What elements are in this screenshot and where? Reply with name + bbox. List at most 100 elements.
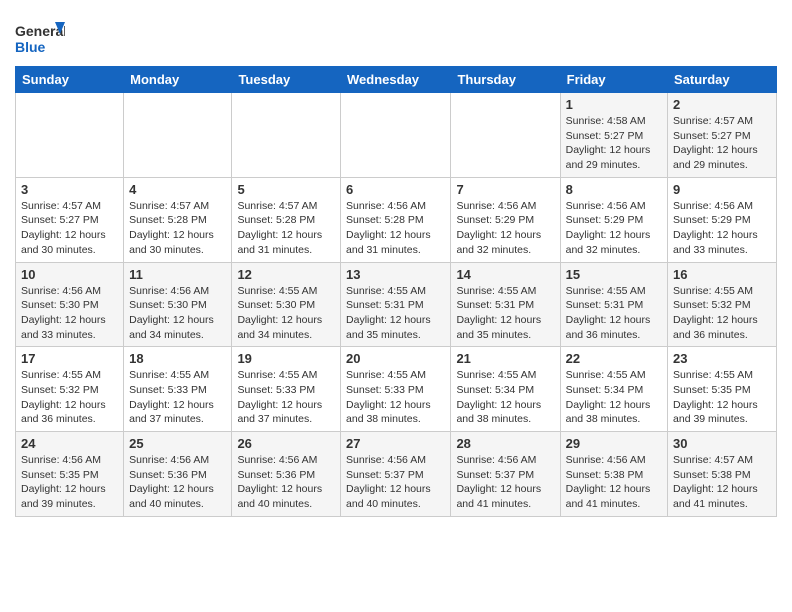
calendar-cell: 25Sunrise: 4:56 AM Sunset: 5:36 PM Dayli… xyxy=(124,432,232,517)
calendar-cell: 7 Sunrise: 4:56 AM Sunset: 5:29 PM Daylig… xyxy=(451,177,560,262)
day-number: 21 xyxy=(456,351,554,366)
day-info: Sunrise: 4:57 AM Sunset: 5:27 PM Dayligh… xyxy=(21,199,118,258)
day-info: Sunrise: 4:55 AM Sunset: 5:34 PM Dayligh… xyxy=(456,368,554,427)
day-info: Sunrise: 4:57 AM Sunset: 5:27 PM Dayligh… xyxy=(673,114,771,173)
calendar-cell: 16 Sunrise: 4:55 AM Sunset: 5:32 PM Dayli… xyxy=(668,262,777,347)
day-info: Sunrise: 4:55 AM Sunset: 5:35 PM Dayligh… xyxy=(673,368,771,427)
day-info: Sunrise: 4:58 AM Sunset: 5:27 PM Dayligh… xyxy=(566,114,662,173)
calendar-cell: 28 Sunrise: 4:56 AM Sunset: 5:37 PM Dayli… xyxy=(451,432,560,517)
calendar-cell: 3 Sunrise: 4:57 AM Sunset: 5:27 PM Daylig… xyxy=(16,177,124,262)
day-info: Sunrise: 4:56 AM Sunset: 5:30 PM Dayligh… xyxy=(129,284,226,343)
day-number: 19 xyxy=(237,351,335,366)
calendar-cell xyxy=(341,93,451,178)
day-number: 2 xyxy=(673,97,771,112)
day-info: Sunrise: 4:56 AM Sunset: 5:37 PM Dayligh… xyxy=(456,453,554,512)
calendar-cell xyxy=(232,93,341,178)
day-info: Sunrise: 4:57 AM Sunset: 5:28 PM Dayligh… xyxy=(129,199,226,258)
calendar-cell: 15 Sunrise: 4:55 AM Sunset: 5:31 PM Dayli… xyxy=(560,262,667,347)
weekday-header-saturday: Saturday xyxy=(668,67,777,93)
weekday-header-sunday: Sunday xyxy=(16,67,124,93)
day-number: 20 xyxy=(346,351,445,366)
calendar-cell: 1 Sunrise: 4:58 AM Sunset: 5:27 PM Daylig… xyxy=(560,93,667,178)
day-number: 11 xyxy=(129,267,226,282)
weekday-header-wednesday: Wednesday xyxy=(341,67,451,93)
page-header: GeneralBlue xyxy=(15,10,777,58)
calendar-cell: 29 Sunrise: 4:56 AM Sunset: 5:38 PM Dayli… xyxy=(560,432,667,517)
day-info: Sunrise: 4:55 AM Sunset: 5:30 PM Dayligh… xyxy=(237,284,335,343)
day-info: Sunrise: 4:56 AM Sunset: 5:30 PM Dayligh… xyxy=(21,284,118,343)
day-info: Sunrise: 4:55 AM Sunset: 5:33 PM Dayligh… xyxy=(237,368,335,427)
day-info: Sunrise: 4:55 AM Sunset: 5:31 PM Dayligh… xyxy=(346,284,445,343)
day-info: Sunrise: 4:55 AM Sunset: 5:31 PM Dayligh… xyxy=(566,284,662,343)
calendar-cell: 8 Sunrise: 4:56 AM Sunset: 5:29 PM Daylig… xyxy=(560,177,667,262)
calendar-cell: 13 Sunrise: 4:55 AM Sunset: 5:31 PM Dayli… xyxy=(341,262,451,347)
logo-icon: GeneralBlue xyxy=(15,18,65,58)
svg-text:Blue: Blue xyxy=(15,39,46,55)
day-number: 9 xyxy=(673,182,771,197)
day-info: Sunrise: 4:56 AM Sunset: 5:29 PM Dayligh… xyxy=(456,199,554,258)
day-info: Sunrise: 4:55 AM Sunset: 5:34 PM Dayligh… xyxy=(566,368,662,427)
weekday-header-tuesday: Tuesday xyxy=(232,67,341,93)
calendar-cell: 22 Sunrise: 4:55 AM Sunset: 5:34 PM Dayli… xyxy=(560,347,667,432)
calendar-cell: 27 Sunrise: 4:56 AM Sunset: 5:37 PM Dayli… xyxy=(341,432,451,517)
calendar-cell: 6Sunrise: 4:56 AM Sunset: 5:28 PM Daylig… xyxy=(341,177,451,262)
day-number: 17 xyxy=(21,351,118,366)
day-number: 4 xyxy=(129,182,226,197)
calendar-cell: 24 Sunrise: 4:56 AM Sunset: 5:35 PM Dayli… xyxy=(16,432,124,517)
calendar-cell: 23Sunrise: 4:55 AM Sunset: 5:35 PM Dayli… xyxy=(668,347,777,432)
calendar-cell: 2 Sunrise: 4:57 AM Sunset: 5:27 PM Daylig… xyxy=(668,93,777,178)
day-number: 30 xyxy=(673,436,771,451)
day-info: Sunrise: 4:57 AM Sunset: 5:28 PM Dayligh… xyxy=(237,199,335,258)
day-number: 26 xyxy=(237,436,335,451)
calendar-cell xyxy=(124,93,232,178)
day-number: 5 xyxy=(237,182,335,197)
calendar-cell xyxy=(451,93,560,178)
calendar-cell: 10 Sunrise: 4:56 AM Sunset: 5:30 PM Dayli… xyxy=(16,262,124,347)
day-number: 29 xyxy=(566,436,662,451)
day-number: 24 xyxy=(21,436,118,451)
day-info: Sunrise: 4:56 AM Sunset: 5:36 PM Dayligh… xyxy=(237,453,335,512)
calendar-cell: 17 Sunrise: 4:55 AM Sunset: 5:32 PM Dayli… xyxy=(16,347,124,432)
day-info: Sunrise: 4:55 AM Sunset: 5:33 PM Dayligh… xyxy=(346,368,445,427)
calendar-cell: 21 Sunrise: 4:55 AM Sunset: 5:34 PM Dayli… xyxy=(451,347,560,432)
day-info: Sunrise: 4:56 AM Sunset: 5:29 PM Dayligh… xyxy=(673,199,771,258)
day-number: 18 xyxy=(129,351,226,366)
day-info: Sunrise: 4:55 AM Sunset: 5:32 PM Dayligh… xyxy=(673,284,771,343)
day-number: 13 xyxy=(346,267,445,282)
calendar-cell: 18 Sunrise: 4:55 AM Sunset: 5:33 PM Dayli… xyxy=(124,347,232,432)
day-number: 6 xyxy=(346,182,445,197)
calendar-cell: 12 Sunrise: 4:55 AM Sunset: 5:30 PM Dayli… xyxy=(232,262,341,347)
calendar-cell: 30 Sunrise: 4:57 AM Sunset: 5:38 PM Dayli… xyxy=(668,432,777,517)
day-info: Sunrise: 4:55 AM Sunset: 5:31 PM Dayligh… xyxy=(456,284,554,343)
day-number: 28 xyxy=(456,436,554,451)
day-number: 7 xyxy=(456,182,554,197)
day-number: 14 xyxy=(456,267,554,282)
day-number: 8 xyxy=(566,182,662,197)
day-number: 27 xyxy=(346,436,445,451)
day-number: 3 xyxy=(21,182,118,197)
calendar-cell: 26 Sunrise: 4:56 AM Sunset: 5:36 PM Dayli… xyxy=(232,432,341,517)
day-info: Sunrise: 4:56 AM Sunset: 5:38 PM Dayligh… xyxy=(566,453,662,512)
day-number: 10 xyxy=(21,267,118,282)
day-info: Sunrise: 4:57 AM Sunset: 5:38 PM Dayligh… xyxy=(673,453,771,512)
day-number: 15 xyxy=(566,267,662,282)
day-info: Sunrise: 4:56 AM Sunset: 5:35 PM Dayligh… xyxy=(21,453,118,512)
day-info: Sunrise: 4:55 AM Sunset: 5:32 PM Dayligh… xyxy=(21,368,118,427)
calendar-cell: 20 Sunrise: 4:55 AM Sunset: 5:33 PM Dayli… xyxy=(341,347,451,432)
weekday-header-friday: Friday xyxy=(560,67,667,93)
weekday-header-monday: Monday xyxy=(124,67,232,93)
logo: GeneralBlue xyxy=(15,10,65,58)
day-number: 25 xyxy=(129,436,226,451)
day-info: Sunrise: 4:55 AM Sunset: 5:33 PM Dayligh… xyxy=(129,368,226,427)
day-info: Sunrise: 4:56 AM Sunset: 5:37 PM Dayligh… xyxy=(346,453,445,512)
calendar-cell: 19 Sunrise: 4:55 AM Sunset: 5:33 PM Dayli… xyxy=(232,347,341,432)
day-number: 16 xyxy=(673,267,771,282)
day-info: Sunrise: 4:56 AM Sunset: 5:29 PM Dayligh… xyxy=(566,199,662,258)
day-number: 12 xyxy=(237,267,335,282)
day-number: 1 xyxy=(566,97,662,112)
calendar-cell: 11 Sunrise: 4:56 AM Sunset: 5:30 PM Dayli… xyxy=(124,262,232,347)
weekday-header-thursday: Thursday xyxy=(451,67,560,93)
day-number: 22 xyxy=(566,351,662,366)
calendar-cell: 14 Sunrise: 4:55 AM Sunset: 5:31 PM Dayli… xyxy=(451,262,560,347)
calendar-cell xyxy=(16,93,124,178)
